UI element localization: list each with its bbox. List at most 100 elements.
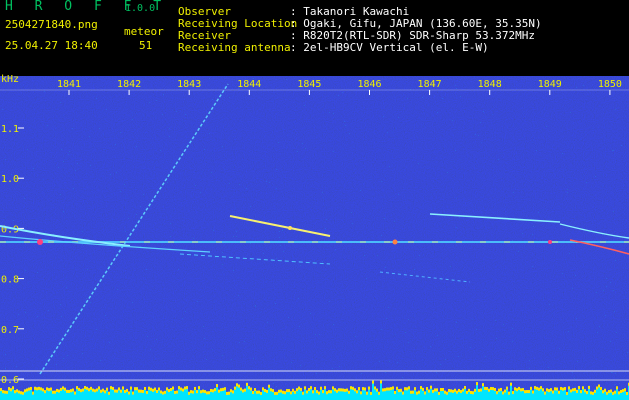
level-bar-peak (460, 390, 462, 394)
level-bar-peak (408, 386, 410, 390)
level-bar-peak (76, 386, 78, 390)
level-bar-peak (16, 389, 18, 393)
level-bar-peak (30, 386, 32, 390)
level-bar-peak (448, 389, 450, 393)
level-bar-peak (540, 386, 542, 390)
x-tick-label: 1846 (357, 79, 381, 90)
date-time: 25.04.27 18:40 (5, 39, 98, 52)
level-bar-peak (6, 390, 8, 394)
level-bar-peak (166, 387, 168, 391)
level-bar-peak (568, 386, 570, 390)
level-bar-peak (130, 386, 132, 390)
level-bar-peak (62, 386, 64, 390)
level-bar-peak (402, 391, 404, 395)
level-bar-peak (388, 387, 390, 391)
level-bar-peak (80, 389, 82, 393)
level-bar-peak (350, 386, 352, 390)
level-bar-peak (270, 388, 272, 392)
level-bar-peak (544, 391, 546, 395)
level-bar-peak (560, 386, 562, 390)
level-bar-peak (438, 391, 440, 395)
level-bar-peak (302, 391, 304, 395)
x-tick-label: 1847 (418, 79, 442, 90)
level-bar-peak (468, 388, 470, 392)
level-bar-peak (282, 390, 284, 394)
level-bar-peak (396, 386, 398, 390)
level-bar-peak (382, 388, 384, 392)
level-bar-peak (626, 391, 628, 395)
level-bar-peak (228, 391, 230, 395)
level-bar-peak (344, 388, 346, 392)
antenna-value: : 2el-HB9CV Vertical (el. E-W) (290, 41, 489, 54)
level-bar-peak (412, 390, 414, 394)
level-bar-peak (288, 389, 290, 393)
level-bar-peak (362, 387, 364, 391)
level-bar-peak (116, 389, 118, 393)
level-bar-peak (618, 391, 620, 395)
level-bar-peak (416, 391, 418, 395)
level-bar-peak (310, 386, 312, 390)
level-bar-peak (428, 389, 430, 393)
level-bar-peak (318, 391, 320, 395)
file-name: 2504271840.png (5, 18, 98, 31)
level-bar-peak (182, 388, 184, 392)
level-bar-peak (432, 389, 434, 393)
level-bar-peak (122, 386, 124, 390)
level-bar-peak (548, 389, 550, 393)
level-bar-peak (32, 391, 34, 395)
level-bar-peak (186, 386, 188, 390)
level-bar-peak (72, 388, 74, 392)
level-bar-peak (46, 387, 48, 391)
level-bar-peak (440, 388, 442, 392)
level-bar-peak (406, 387, 408, 391)
level-bar-peak (564, 387, 566, 391)
level-bar-peak (78, 387, 80, 391)
level-bar-peak (394, 390, 396, 394)
level-bar-peak (316, 390, 318, 394)
level-bar-peak (14, 390, 16, 394)
level-bar-peak (352, 386, 354, 390)
spectrogram-plot: 1841 1842 1843 1844 1845 1846 1847 1848 1849 1850… (0, 76, 629, 400)
level-bar-peak (380, 380, 382, 384)
level-bar-peak (156, 389, 158, 393)
level-bar-peak (290, 391, 292, 395)
level-bar-peak (496, 391, 498, 395)
level-bar-peak (168, 389, 170, 393)
level-bar-peak (508, 391, 510, 395)
level-bar-peak (140, 389, 142, 393)
level-bar-peak (384, 388, 386, 392)
level-bar-peak (56, 388, 58, 392)
level-bar-peak (422, 387, 424, 391)
level-bar-peak (624, 388, 626, 392)
level-bar-peak (42, 388, 44, 392)
level-bar-peak (536, 386, 538, 390)
level-bar-peak (322, 390, 324, 394)
level-bar-peak (294, 390, 296, 394)
level-bar-peak (12, 386, 14, 390)
level-bar-peak (260, 391, 262, 395)
level-bar-peak (280, 389, 282, 393)
level-bar-peak (532, 390, 534, 394)
level-bar-peak (230, 389, 232, 393)
level-bar-peak (26, 388, 28, 392)
level-bar-peak (128, 391, 130, 395)
level-bar-peak (86, 386, 88, 390)
level-bar-peak (324, 386, 326, 390)
hotspot (288, 226, 292, 230)
level-bar-peak (590, 391, 592, 395)
level-bar-peak (74, 391, 76, 395)
level-bar-peak (490, 387, 492, 391)
level-bar-peak (248, 386, 250, 390)
level-bar-peak (454, 388, 456, 392)
level-bar-peak (398, 389, 400, 393)
level-bar-peak (434, 388, 436, 392)
level-bar-peak (124, 389, 126, 393)
level-bar-peak (196, 390, 198, 394)
level-bar-peak (616, 386, 618, 390)
level-bar-peak (34, 386, 36, 390)
level-bar-peak (552, 390, 554, 394)
level-bar-peak (472, 391, 474, 395)
level-bar-peak (256, 390, 258, 394)
level-bar-peak (48, 388, 50, 392)
level-bar-peak (60, 387, 62, 391)
